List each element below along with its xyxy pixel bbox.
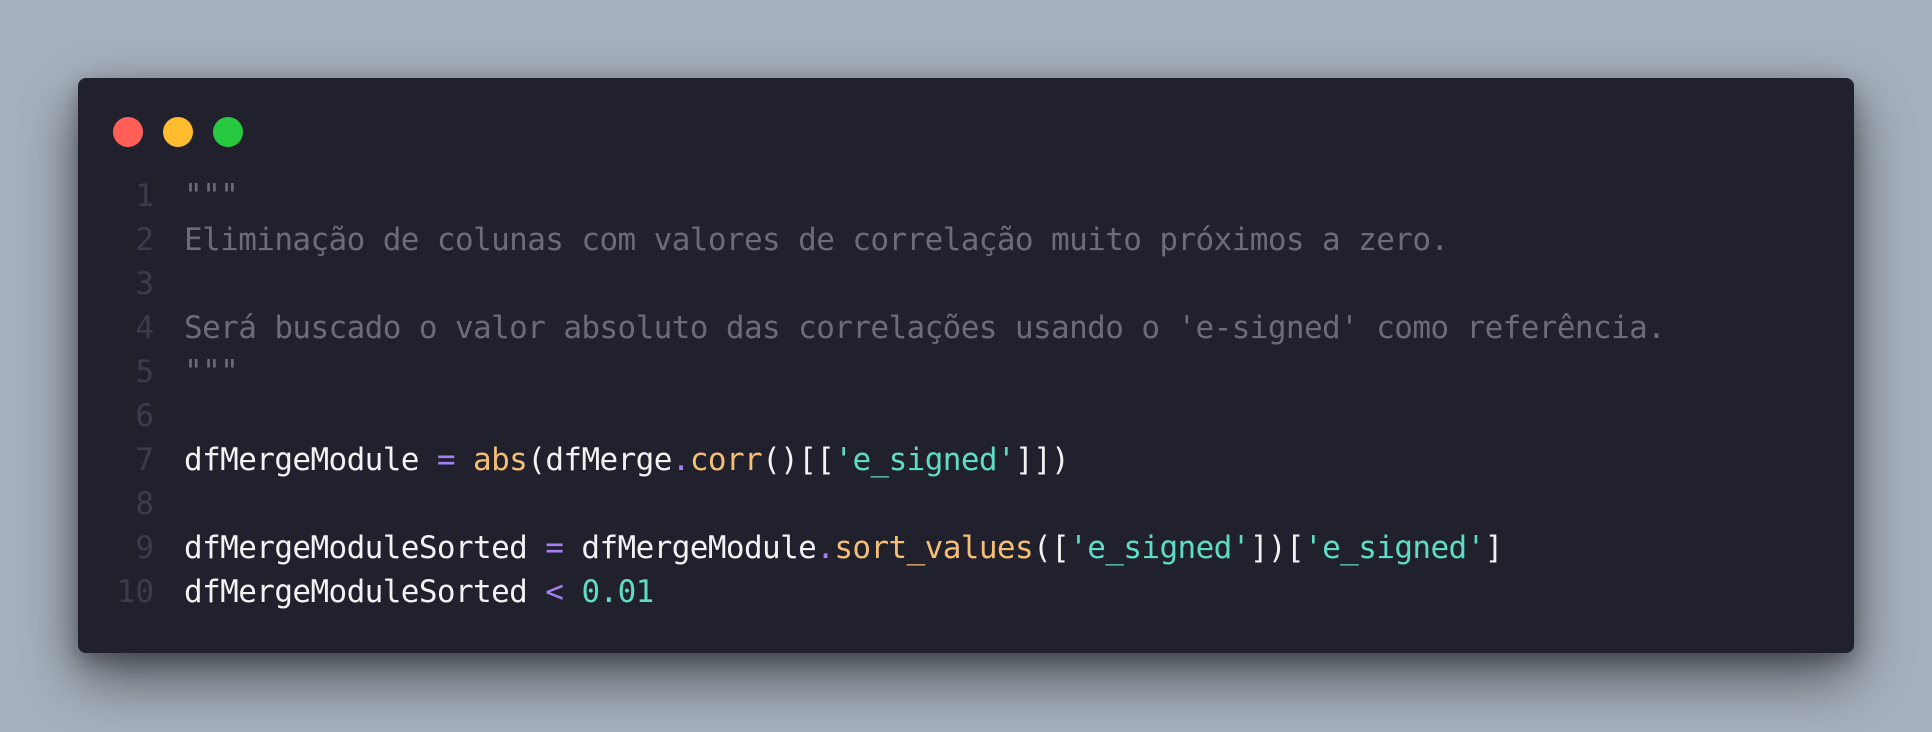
code-line: 1 """	[78, 174, 1854, 218]
code-line: 5 """	[78, 350, 1854, 394]
code-token-op: =	[436, 442, 456, 478]
code-token-num: 0.01	[581, 574, 654, 610]
code-line: 7 dfMergeModule = abs(dfMerge.corr()[['e_…	[78, 438, 1854, 482]
line-number: 3	[135, 266, 154, 302]
code-token-comment: """	[184, 354, 239, 390]
line-number: 10	[116, 574, 154, 610]
code-token-plain: ()[[	[762, 442, 835, 478]
code-token-op: <	[545, 574, 564, 610]
line-number: 5	[135, 354, 154, 390]
code-line: 9 dfMergeModuleSorted = dfMergeModule.sor…	[78, 526, 1854, 570]
minimize-button[interactable]	[163, 117, 193, 147]
code-token-plain: ])[	[1249, 530, 1305, 566]
line-number: 6	[135, 398, 154, 434]
code-token-plain: dfMergeModuleSorted	[184, 574, 546, 610]
code-text: """	[184, 350, 239, 394]
code-token-plain: (dfMerge	[527, 442, 672, 478]
maximize-button[interactable]	[213, 117, 243, 147]
code-text: Será buscado o valor absoluto das correl…	[184, 306, 1666, 350]
code-text: dfMergeModule = abs(dfMerge.corr()[['e_s…	[184, 438, 1070, 482]
code-token-plain: dfMergeModuleSorted	[184, 530, 546, 566]
code-token-comment: Será buscado o valor absoluto das correl…	[184, 310, 1666, 346]
line-number: 9	[135, 530, 154, 566]
code-token-plain: dfMergeModule	[563, 530, 817, 566]
code-token-comment: """	[184, 178, 239, 214]
code-token-str: 'e_signed'	[834, 442, 1016, 478]
code-text: Eliminação de colunas com valores de cor…	[184, 218, 1449, 262]
line-number: 4	[135, 310, 154, 346]
window-controls	[113, 117, 243, 147]
code-token-op: =	[545, 530, 564, 566]
code-text: dfMergeModuleSorted = dfMergeModule.sort…	[184, 526, 1503, 570]
code-token-plain: ]	[1484, 530, 1504, 566]
code-token-op: .	[671, 442, 691, 478]
code-window: 1 """ 2 Eliminação de colunas com valores d…	[78, 78, 1854, 653]
code-line: 2 Eliminação de colunas com valores de co…	[78, 218, 1854, 262]
code-line: 10 dfMergeModuleSorted < 0.01	[78, 570, 1854, 614]
code-token-fn: abs	[473, 442, 528, 478]
line-number: 1	[135, 178, 154, 214]
code-token-str: 'e_signed'	[1069, 530, 1250, 566]
code-editor: 1 """ 2 Eliminação de colunas com valores d…	[78, 174, 1854, 614]
code-line: 3	[78, 262, 1854, 306]
code-text: """	[184, 174, 239, 218]
line-number: 2	[135, 222, 154, 258]
code-token-plain: ]])	[1015, 442, 1070, 478]
code-line: 4 Será buscado o valor absoluto das corre…	[78, 306, 1854, 350]
code-token-op: .	[816, 530, 835, 566]
code-text: dfMergeModuleSorted < 0.01	[184, 570, 654, 614]
line-number: 8	[135, 486, 154, 522]
code-line: 6	[78, 394, 1854, 438]
close-button[interactable]	[113, 117, 143, 147]
code-line: 8	[78, 482, 1854, 526]
code-token-str: 'e_signed'	[1304, 530, 1485, 566]
code-token-plain: dfMergeModule	[184, 442, 437, 478]
code-token-comment: Eliminação de colunas com valores de cor…	[184, 222, 1449, 258]
code-token-plain: ([	[1033, 530, 1070, 566]
code-token-fn: sort_values	[834, 530, 1034, 566]
code-token-fn: corr	[689, 442, 763, 478]
line-number: 7	[135, 442, 154, 478]
